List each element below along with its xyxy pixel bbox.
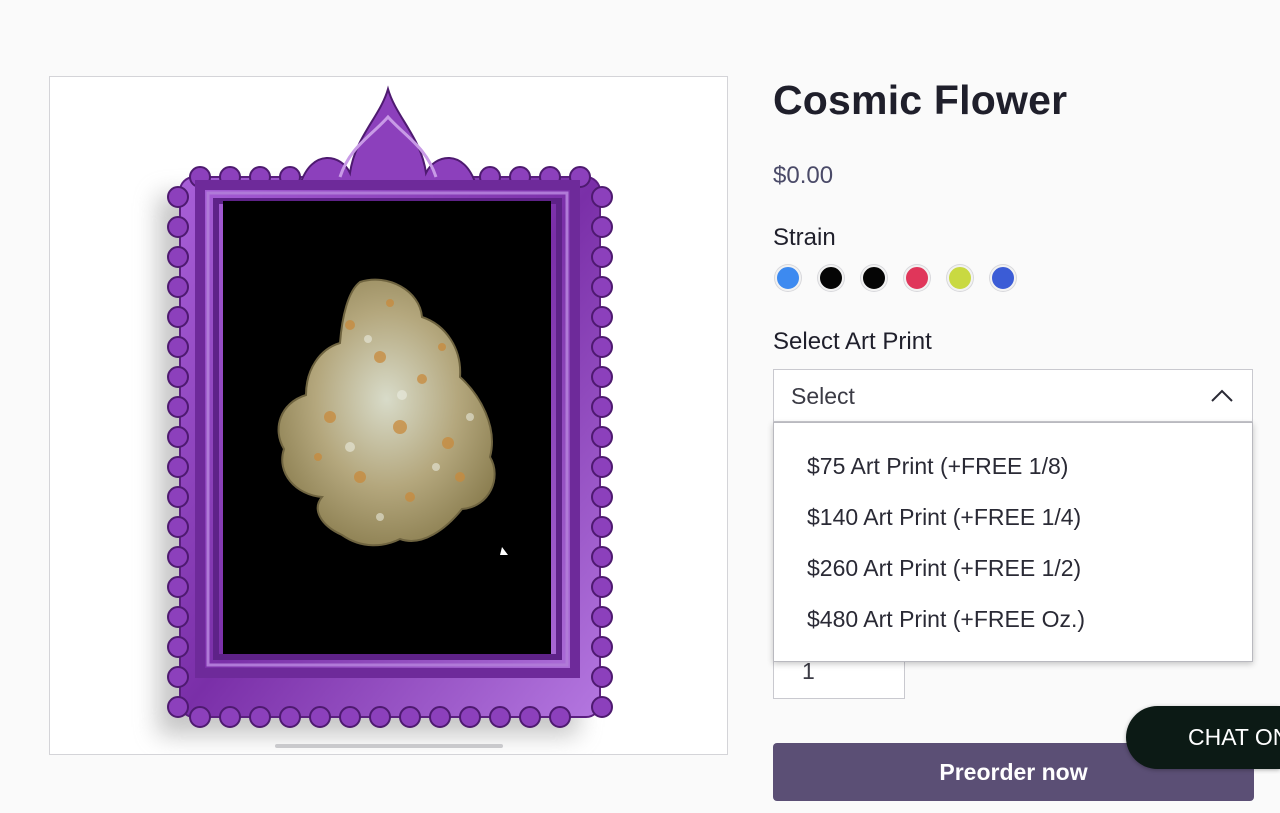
product-title: Cosmic Flower	[773, 77, 1068, 123]
art-print-select-value: Select	[791, 383, 855, 409]
strain-swatch[interactable]	[818, 265, 844, 291]
art-print-option[interactable]: $75 Art Print (+FREE 1/8)	[807, 451, 1068, 481]
strain-swatch[interactable]	[904, 265, 930, 291]
strain-swatch[interactable]	[775, 265, 801, 291]
strain-swatch[interactable]	[990, 265, 1016, 291]
art-print-dropdown: $75 Art Print (+FREE 1/8) $140 Art Print…	[773, 422, 1253, 662]
art-print-option[interactable]: $260 Art Print (+FREE 1/2)	[807, 553, 1081, 583]
art-print-option[interactable]: $480 Art Print (+FREE Oz.)	[807, 604, 1085, 634]
chat-button[interactable]: CHAT ON	[1126, 706, 1280, 769]
chevron-up-icon	[1211, 389, 1233, 402]
strain-swatch[interactable]	[947, 265, 973, 291]
framed-flower-image	[158, 85, 613, 735]
art-print-label: Select Art Print	[773, 328, 932, 355]
strain-swatch[interactable]	[861, 265, 887, 291]
art-print-option[interactable]: $140 Art Print (+FREE 1/4)	[807, 502, 1081, 532]
strain-label: Strain	[773, 224, 836, 251]
product-image[interactable]	[49, 76, 728, 755]
art-print-select[interactable]: Select	[773, 369, 1253, 422]
frame-crest	[298, 85, 478, 186]
strain-swatches	[775, 265, 1016, 291]
image-scroll-indicator[interactable]	[275, 744, 503, 748]
product-price: $0.00	[773, 162, 834, 189]
